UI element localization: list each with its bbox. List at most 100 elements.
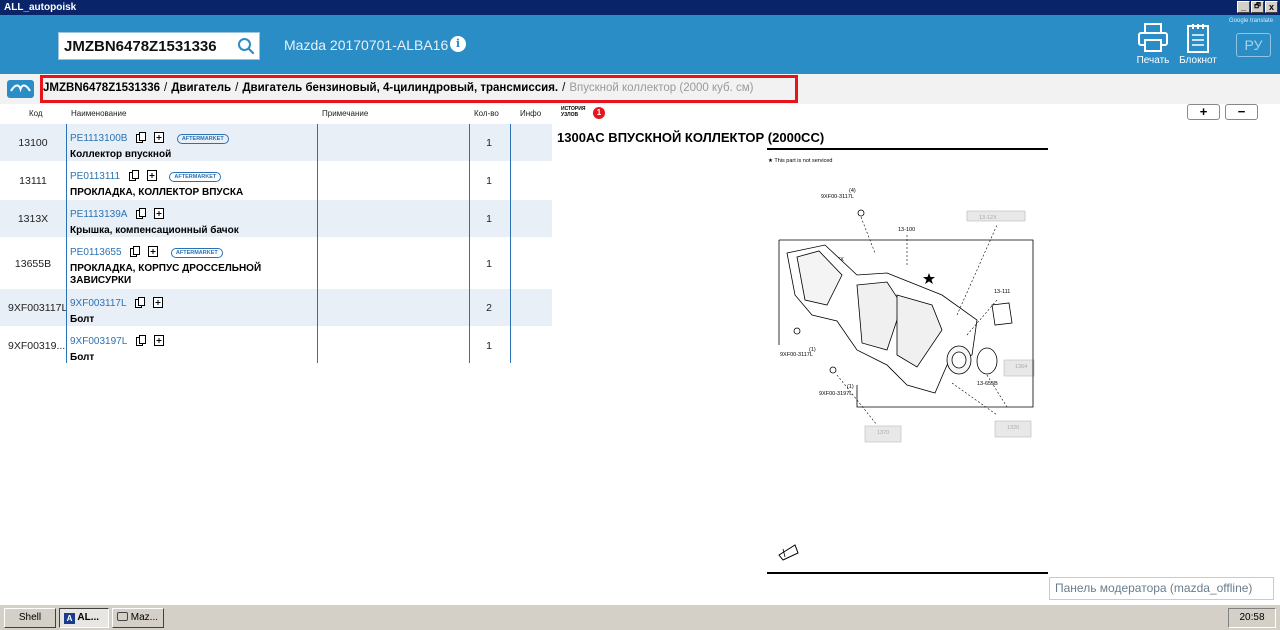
diagram-label: 13-655B (977, 381, 998, 387)
mazda-window-icon (117, 612, 128, 621)
copy-icon[interactable] (128, 168, 139, 181)
diagram-label: 13-111 (994, 289, 1010, 295)
diagram-label: 1320 (1007, 425, 1019, 431)
part-number-link[interactable]: PE1113100B (70, 133, 127, 144)
column-divider (510, 124, 511, 363)
add-to-notepad-icon[interactable] (148, 244, 159, 257)
part-code: 13655B (14, 258, 52, 270)
parts-diagram[interactable]: ★ This part is not serviced (4) 9XF00-31… (557, 145, 1057, 580)
copy-icon[interactable] (134, 295, 145, 308)
zoom-in-button[interactable]: + (1187, 104, 1220, 120)
col-note: Примечание (322, 109, 369, 118)
node-history-label[interactable]: ИСТОРИЯ УЗЛОВ (561, 106, 585, 118)
diagram-label: 1370 (877, 430, 889, 436)
notepad-label: Блокнот (1179, 55, 1217, 66)
printer-icon (1138, 23, 1168, 52)
home-logo-button[interactable] (7, 80, 34, 98)
diagram-corner-icon (778, 544, 799, 561)
part-number-link[interactable]: 9XF003117L (70, 298, 127, 309)
taskbar-app-label: AL... (77, 612, 100, 623)
app-icon: A (64, 613, 75, 624)
notepad-icon (1187, 24, 1209, 53)
diagram-label: 13-12X (979, 215, 997, 221)
part-qty: 1 (486, 340, 492, 352)
info-icon[interactable]: i (450, 36, 466, 52)
breadcrumb-highlight-frame (40, 75, 798, 103)
vehicle-model: Mazda 20170701-ALBA16 (284, 37, 449, 53)
part-number-link[interactable]: PE1113139A (70, 209, 127, 220)
copy-icon[interactable] (129, 244, 140, 257)
zoom-out-button[interactable]: − (1225, 104, 1258, 120)
part-title: Болт (70, 352, 95, 363)
add-to-notepad-icon[interactable] (146, 168, 157, 181)
add-to-notepad-icon[interactable] (153, 295, 164, 308)
column-divider (317, 124, 318, 363)
part-title: ПРОКЛАДКА, КОЛЛЕКТОР ВПУСКА (70, 187, 244, 198)
diagram-title: 1300AC ВПУСКНОЙ КОЛЛЕКТОР (2000CC) (557, 130, 825, 145)
part-qty: 1 (486, 175, 492, 187)
language-button[interactable]: РУ (1236, 33, 1271, 57)
part-qty: 1 (486, 258, 492, 270)
copy-icon[interactable] (135, 206, 146, 219)
part-number-link[interactable]: PE0113111 (70, 171, 120, 182)
taskbar: Shell A AL... Maz... 20:58 (0, 604, 1280, 630)
vin-search-box[interactable] (58, 32, 260, 60)
part-title: ПРОКЛАДКА, КОРПУС ДРОССЕЛЬНОЙ ЗАВИСУРКИ (70, 263, 262, 286)
taskbar-shell-button[interactable]: Shell (4, 608, 56, 628)
parts-table-header: Код Наименование Примечание Кол-во Инфо (0, 104, 555, 124)
vin-search-input[interactable] (64, 33, 234, 59)
diagram-label: 13-100 (898, 227, 915, 233)
part-code: 1313X (17, 213, 49, 225)
diagram-note: ★ This part is not serviced (768, 157, 832, 164)
diagram-label: 9XF00-3197L (819, 391, 852, 397)
part-title: Крышка, компенсационный бачок (70, 225, 239, 236)
part-qty: 1 (486, 137, 492, 149)
taskbar-app-label: Maz... (130, 612, 159, 623)
print-label: Печать (1136, 55, 1170, 66)
part-qty: 2 (486, 302, 492, 314)
part-number-link[interactable]: PE0113655 (70, 247, 122, 258)
search-icon[interactable] (237, 37, 255, 55)
diagram-label: 1364 (1015, 364, 1027, 370)
print-button[interactable]: Печать (1132, 23, 1174, 66)
diagram-label: 9XF00-3117L (821, 194, 854, 200)
part-code: 9XF00319... (8, 340, 66, 352)
part-code: 13100 (18, 137, 48, 149)
add-to-notepad-icon[interactable] (154, 333, 165, 346)
add-to-notepad-icon[interactable] (154, 130, 165, 143)
part-code: 13111 (19, 175, 47, 187)
restore-button[interactable]: 🗗 (1251, 1, 1264, 13)
history-count-badge[interactable]: 1 (593, 107, 605, 119)
diagram-label: 9XF00-3117L (780, 352, 813, 358)
app-header: Mazda 20170701-ALBA16 i Печать Блокнот G… (0, 15, 1280, 74)
copy-icon[interactable] (135, 130, 146, 143)
col-qty: Кол-во (474, 109, 499, 118)
aftermarket-badge[interactable]: AFTERMARKET (170, 248, 223, 258)
part-code: 9XF003117L (8, 302, 68, 314)
close-button[interactable]: x (1265, 1, 1278, 13)
part-title: Болт (70, 314, 95, 325)
notepad-button[interactable]: Блокнот (1177, 23, 1219, 66)
system-clock: 20:58 (1228, 608, 1276, 628)
mazda-logo-icon (10, 84, 31, 93)
taskbar-app-allautopoisk[interactable]: A AL... (59, 608, 109, 628)
part-qty: 1 (486, 213, 492, 225)
add-to-notepad-icon[interactable] (154, 206, 165, 219)
column-divider (469, 124, 470, 363)
aftermarket-badge[interactable]: AFTERMARKET (169, 172, 222, 182)
window-titlebar: ALL_autopoisk _ 🗗 x (0, 0, 1280, 15)
column-divider (66, 124, 67, 363)
col-name: Наименование (71, 109, 127, 118)
part-title: Коллектор впускной (70, 149, 172, 160)
col-info: Инфо (520, 109, 542, 118)
copy-icon[interactable] (135, 333, 146, 346)
aftermarket-badge[interactable]: AFTERMARKET (176, 134, 229, 144)
window-title: ALL_autopoisk (4, 2, 77, 13)
history-label-line2: УЗЛОВ (561, 112, 579, 118)
google-translate-label: Google translate (1229, 18, 1274, 24)
moderator-panel[interactable]: Панель модератора (mazda_offline) (1049, 577, 1274, 600)
col-code: Код (29, 109, 43, 118)
taskbar-app-mazda[interactable]: Maz... (112, 608, 164, 628)
part-number-link[interactable]: 9XF003197L (70, 336, 127, 347)
minimize-button[interactable]: _ (1237, 1, 1250, 13)
